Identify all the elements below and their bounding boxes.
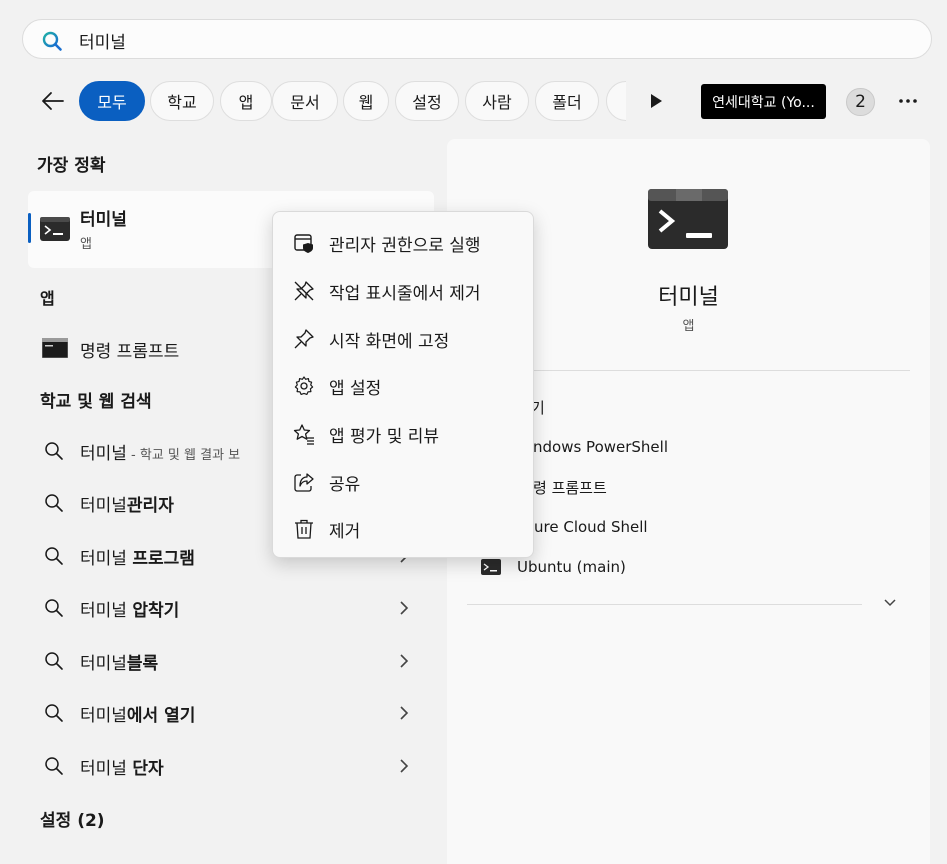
- chip-web[interactable]: 웹: [343, 81, 389, 121]
- menu-item-label: 앱 설정: [329, 379, 382, 399]
- chip-people[interactable]: 사람: [465, 81, 529, 121]
- menu-item-pin-start[interactable]: 시작 화면에 고정: [277, 316, 531, 360]
- star-list-icon: [293, 424, 314, 445]
- menu-item-label: 앱 평가 및 리뷰: [329, 427, 440, 447]
- selection-indicator: [28, 213, 31, 243]
- action-label: Ubuntu (main): [517, 558, 626, 576]
- menu-item-share[interactable]: 공유: [277, 459, 531, 503]
- chip-all[interactable]: 모두: [79, 81, 145, 121]
- web-result-label: 터미널 프로그램: [80, 549, 195, 569]
- back-button[interactable]: [38, 88, 68, 114]
- search-icon: [45, 599, 63, 617]
- menu-item-rate-review[interactable]: 앱 평가 및 리뷰: [277, 411, 531, 455]
- chip-apps[interactable]: 앱: [220, 81, 272, 121]
- action-label: ndows PowerShell: [533, 438, 668, 456]
- best-match-name: 터미널: [80, 210, 127, 230]
- pin-icon: [294, 329, 314, 349]
- menu-item-run-as-admin[interactable]: 관리자 권한으로 실행: [277, 220, 531, 264]
- unpin-icon: [294, 281, 314, 301]
- search-icon: [45, 442, 63, 460]
- web-result-label: 터미널에서 열기: [80, 706, 196, 726]
- context-menu: 관리자 권한으로 실행 작업 표시줄에서 제거 시작 화면에 고정 앱 설정 앱…: [272, 211, 534, 558]
- terminal-icon: [648, 189, 728, 249]
- web-result-row[interactable]: 터미널 압착기: [28, 586, 434, 630]
- more-icon: [899, 99, 917, 103]
- chip-documents[interactable]: 문서: [272, 81, 338, 121]
- app-item-label: 명령 프롬프트: [80, 342, 180, 362]
- search-input[interactable]: [79, 27, 879, 53]
- search-icon: [45, 757, 63, 775]
- best-match-kind: 앱: [80, 237, 92, 252]
- filter-chips: 모두 학교 앱 문서 웹 설정 사람 폴더 사: [78, 80, 626, 122]
- menu-item-label: 작업 표시줄에서 제거: [329, 284, 481, 304]
- search-bar[interactable]: [22, 19, 932, 59]
- web-result-label: 터미널관리자: [80, 496, 174, 516]
- web-result-row[interactable]: 터미널에서 열기: [28, 691, 434, 735]
- chip-settings[interactable]: 설정: [395, 81, 459, 121]
- divider: [467, 604, 862, 605]
- chevron-right-icon[interactable]: [398, 758, 410, 774]
- web-result-label: 터미널블록: [80, 654, 159, 674]
- terminal-icon: [40, 217, 70, 241]
- web-result-label: 터미널 단자: [80, 759, 164, 779]
- web-result-row[interactable]: 터미널 단자: [28, 744, 434, 788]
- menu-item-app-settings[interactable]: 앱 설정: [277, 363, 531, 407]
- section-best-match: 가장 정확: [37, 156, 106, 176]
- terminal-icon: [481, 559, 501, 575]
- section-apps: 앱: [40, 289, 55, 308]
- chip-school[interactable]: 학교: [150, 81, 214, 121]
- action-label: ure Cloud Shell: [534, 518, 648, 536]
- share-icon: [294, 473, 314, 492]
- search-icon: [45, 547, 63, 565]
- trash-icon: [295, 519, 313, 539]
- chip-folders[interactable]: 폴더: [535, 81, 599, 121]
- menu-item-label: 시작 화면에 고정: [329, 332, 450, 352]
- command-prompt-icon: [42, 338, 68, 358]
- chevron-down-icon[interactable]: [883, 598, 897, 608]
- action-label: 령 프롬프트: [533, 479, 607, 497]
- scroll-right-icon[interactable]: [648, 92, 664, 110]
- web-result-label: 터미널 - 학교 및 웹 결과 보: [80, 444, 241, 464]
- rewards-badge[interactable]: 2: [846, 88, 875, 116]
- search-icon: [45, 494, 63, 512]
- menu-item-uninstall[interactable]: 제거: [277, 506, 531, 550]
- chevron-right-icon[interactable]: [398, 600, 410, 616]
- search-icon: [45, 652, 63, 670]
- more-options-button[interactable]: [894, 88, 922, 114]
- filter-row: 모두 학교 앱 문서 웹 설정 사람 폴더 사 연세대학교 (Yo... 2: [0, 80, 947, 122]
- search-icon: [42, 31, 62, 51]
- menu-item-unpin-taskbar[interactable]: 작업 표시줄에서 제거: [277, 268, 531, 312]
- web-result-row[interactable]: 터미널블록: [28, 639, 434, 683]
- search-icon: [45, 704, 63, 722]
- chip-more[interactable]: 사: [606, 81, 626, 121]
- menu-item-label: 공유: [329, 475, 361, 495]
- menu-item-label: 관리자 권한으로 실행: [329, 236, 481, 256]
- chevron-right-icon[interactable]: [398, 705, 410, 721]
- arrow-left-icon: [42, 92, 64, 110]
- section-settings: 설정 (2): [40, 811, 105, 831]
- admin-shield-icon: [294, 234, 313, 253]
- chevron-right-icon[interactable]: [398, 653, 410, 669]
- web-result-label: 터미널 압착기: [80, 601, 180, 621]
- gear-icon: [294, 376, 314, 395]
- account-button[interactable]: 연세대학교 (Yo...: [701, 84, 826, 119]
- menu-item-label: 제거: [329, 522, 361, 542]
- section-web-search: 학교 및 웹 검색: [40, 392, 152, 412]
